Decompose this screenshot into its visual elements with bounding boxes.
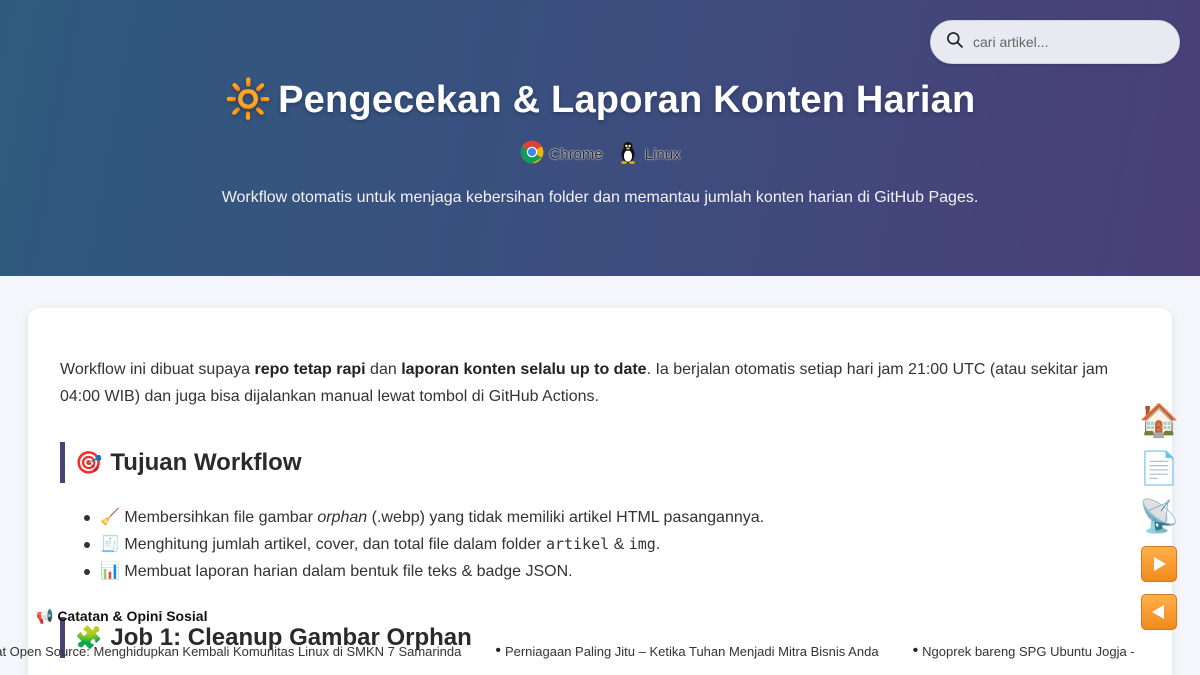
platform-chrome: Chrome [519,139,603,169]
goal-text: (.webp) yang tidak memiliki artikel HTML… [367,509,765,526]
satellite-icon[interactable]: 📡 [1139,498,1179,534]
list-item: 🧹 Membersihkan file gambar orphan (.webp… [83,504,765,531]
goal-text: Membuat laporan harian dalam bentuk file… [119,563,573,580]
goal-emphasis: orphan [317,509,368,526]
page-header: 🔆Pengecekan & Laporan Konten Harian Chro… [0,0,1200,276]
list-item: 📊 Membuat laporan harian dalam bentuk fi… [83,558,764,585]
page-title: 🔆 Pengecekan & Laporan Konten Harian [0,78,1200,122]
search-icon [945,30,965,55]
ticker-link-text: gat Open Source: Menghidupkan Kembali Ko… [0,643,462,659]
broom-icon: 🧹 [100,509,120,526]
target-icon: 🎯 [75,449,103,475]
goal-code: img [628,535,656,553]
search-input[interactable] [973,34,1163,50]
play-reverse-icon [1141,594,1177,630]
document-icon[interactable]: 📄 [1139,450,1179,486]
platform-chrome-label: Chrome [549,145,603,163]
platform-list: Chrome Linux [0,139,1200,169]
prev-button[interactable] [1140,594,1178,630]
platform-linux: Linux [615,139,681,169]
sun-icon: 🔆 [224,79,273,121]
intro-text-2: dan [365,361,402,378]
intro-paragraph: Workflow ini dibuat supaya repo tetap ra… [60,356,1140,410]
ticker-link-text: Ngoprek bareng SPG Ubuntu Jogja - [922,643,1135,659]
chrome-icon [519,139,545,169]
section-title-goals: Tujuan Workflow [110,448,302,476]
goal-text: Menghitung jumlah artikel, cover, dan to… [119,536,546,553]
receipt-icon: 🧾 [100,536,120,553]
linux-tux-icon [615,139,641,169]
goal-text: Membersihkan file gambar [119,509,318,526]
play-forward-icon [1141,546,1177,582]
search-box[interactable] [930,20,1180,64]
bar-chart-icon: 📊 [100,563,120,580]
ticker-link[interactable]: • Ngoprek bareng SPG Ubuntu Jogja - [913,642,1135,660]
ticker-link-text: Perniagaan Paling Jitu – Ketika Tuhan Me… [504,643,879,659]
list-item: 🧾 Menghitung jumlah artikel, cover, dan … [83,531,764,558]
ticker-link[interactable]: gat Open Source: Menghidupkan Kembali Ko… [0,642,461,660]
ticker-link[interactable]: • Perniagaan Paling Jitu – Ketika Tuhan M… [495,642,878,660]
page-subtitle: Workflow otomatis untuk menjaga kebersih… [221,189,979,206]
intro-bold-1: repo tetap rapi [254,361,366,378]
news-ticker: gat Open Source: Menghidupkan Kembali Ko… [0,642,1200,660]
next-button[interactable] [1140,546,1178,582]
ticker-label: 📢 Catatan & Opini Sosial [36,608,208,624]
goals-list: 🧹 Membersihkan file gambar orphan (.webp… [83,504,765,585]
section-heading-goals: 🎯 Tujuan Workflow [60,442,302,483]
platform-linux-label: Linux [644,145,681,163]
floating-nav: 🏠 📄 📡 [1139,402,1180,630]
intro-bold-2: laporan konten selalu up to date [401,361,647,378]
intro-text-1: Workflow ini dibuat supaya [60,361,255,378]
page-title-text: Pengecekan & Laporan Konten Harian [278,79,976,121]
goal-text: . [655,536,661,553]
goal-code: artikel [545,535,610,553]
bullet-icon: • [912,642,919,659]
bullet-icon: • [495,642,501,659]
home-icon[interactable]: 🏠 [1139,402,1179,438]
goal-text: & [609,536,629,553]
